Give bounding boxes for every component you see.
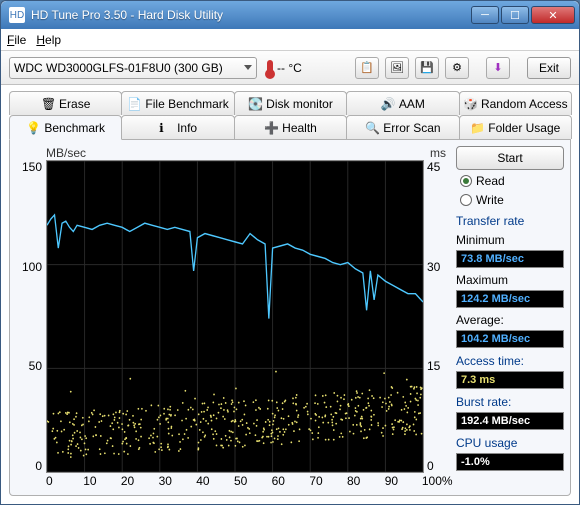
- drive-select[interactable]: WDC WD3000GLFS-01F8U0 (300 GB): [9, 57, 257, 79]
- error-scan-icon: 🔍: [365, 121, 379, 135]
- tab-label: Erase: [59, 97, 90, 111]
- maximum-label: Maximum: [456, 273, 564, 287]
- window-title: HD Tune Pro 3.50 - Hard Disk Utility: [31, 8, 471, 22]
- y-right-ticks: 4530150: [424, 160, 450, 489]
- menubar: File Help: [1, 29, 579, 51]
- tab-folder-usage[interactable]: 📁 Folder Usage: [459, 115, 572, 139]
- y-left-ticks: 150100500: [16, 160, 46, 489]
- app-icon: HD: [9, 7, 25, 23]
- copy-button[interactable]: 📋: [355, 57, 379, 79]
- maximum-value: 124.2 MB/sec: [456, 290, 564, 308]
- tabs-upper-row: 🗑 Erase 📄 File Benchmark 💽 Disk monitor 🔊 AAM 🎲 R…: [9, 91, 571, 115]
- tab-benchmark[interactable]: 💡 Benchmark: [9, 115, 122, 140]
- content-area: 🗑 Erase 📄 File Benchmark 💽 Disk monitor 🔊 AAM 🎲 R…: [1, 85, 579, 504]
- exit-button[interactable]: Exit: [527, 57, 571, 79]
- tab-aam[interactable]: 🔊 AAM: [346, 91, 459, 115]
- options-button[interactable]: ⚙: [445, 57, 469, 79]
- minimum-value: 73.8 MB/sec: [456, 250, 564, 268]
- radio-icon: [460, 175, 472, 187]
- tab-label: File Benchmark: [145, 97, 228, 111]
- chart-area: MB/sec ms 150100500 01020304050607080901…: [16, 146, 450, 489]
- start-button[interactable]: Start: [456, 146, 564, 170]
- cpu-usage-value: -1.0%: [456, 453, 564, 471]
- read-radio[interactable]: Read: [460, 173, 564, 189]
- radio-icon: [460, 194, 472, 206]
- write-radio[interactable]: Write: [460, 192, 564, 208]
- temperature-value: -- °C: [277, 61, 302, 75]
- save-button[interactable]: 💾: [415, 57, 439, 79]
- average-value: 104.2 MB/sec: [456, 330, 564, 348]
- x-axis-ticks: 0102030405060708090100%: [46, 473, 424, 489]
- file-benchmark-icon: 📄: [127, 97, 141, 111]
- menu-file[interactable]: File: [7, 33, 26, 47]
- tab-label: AAM: [399, 97, 425, 111]
- health-icon: ➕: [264, 121, 278, 135]
- thermometer-icon: [267, 60, 273, 76]
- app-window: HD HD Tune Pro 3.50 - Hard Disk Utility …: [0, 0, 580, 505]
- random-access-icon: 🎲: [463, 97, 477, 111]
- tab-label: Benchmark: [44, 121, 105, 135]
- minimum-label: Minimum: [456, 233, 564, 247]
- disk-monitor-icon: 💽: [248, 97, 262, 111]
- tab-random-access[interactable]: 🎲 Random Access: [459, 91, 572, 115]
- burst-rate-label: Burst rate:: [456, 395, 564, 409]
- screenshot-button[interactable]: 🖼: [385, 57, 409, 79]
- tab-label: Info: [177, 121, 197, 135]
- toolbar: WDC WD3000GLFS-01F8U0 (300 GB) -- °C 📋 🖼…: [1, 51, 579, 85]
- minimize-button[interactable]: ─: [471, 6, 499, 24]
- benchmark-plot: [46, 160, 424, 473]
- access-time-value: 7.3 ms: [456, 371, 564, 389]
- aam-icon: 🔊: [381, 97, 395, 111]
- temperature-display: -- °C: [267, 60, 302, 76]
- tab-label: Disk monitor: [266, 97, 333, 111]
- side-panel: Start Read Write Transfer rate Minimum 7…: [456, 146, 564, 489]
- folder-usage-icon: 📁: [470, 121, 484, 135]
- tabs-lower-row: 💡 Benchmark ℹ Info ➕ Health 🔍 Error Scan 📁 Folder…: [9, 115, 571, 139]
- titlebar[interactable]: HD HD Tune Pro 3.50 - Hard Disk Utility …: [1, 1, 579, 29]
- maximize-button[interactable]: ☐: [501, 6, 529, 24]
- window-buttons: ─ ☐ ✕: [471, 6, 575, 24]
- tab-file-benchmark[interactable]: 📄 File Benchmark: [121, 91, 234, 115]
- transfer-rate-label: Transfer rate: [456, 214, 564, 228]
- tab-erase[interactable]: 🗑 Erase: [9, 91, 122, 115]
- tab-body-benchmark: MB/sec ms 150100500 01020304050607080901…: [9, 139, 571, 496]
- tab-disk-monitor[interactable]: 💽 Disk monitor: [234, 91, 347, 115]
- cpu-usage-label: CPU usage: [456, 436, 564, 450]
- menu-help[interactable]: Help: [36, 33, 61, 47]
- tab-health[interactable]: ➕ Health: [234, 115, 347, 139]
- erase-icon: 🗑: [41, 97, 55, 111]
- tab-info[interactable]: ℹ Info: [121, 115, 234, 139]
- y-left-unit: MB/sec: [46, 146, 86, 160]
- tab-label: Error Scan: [383, 121, 440, 135]
- access-time-label: Access time:: [456, 354, 564, 368]
- tab-label: Folder Usage: [488, 121, 560, 135]
- tab-label: Health: [282, 121, 317, 135]
- benchmark-icon: 💡: [26, 121, 40, 135]
- y-right-unit: ms: [430, 146, 446, 160]
- average-label: Average:: [456, 313, 564, 327]
- close-button[interactable]: ✕: [531, 6, 575, 24]
- info-icon: ℹ: [159, 121, 173, 135]
- drive-select-label: WDC WD3000GLFS-01F8U0 (300 GB): [14, 61, 244, 75]
- chevron-down-icon: [244, 65, 252, 70]
- tab-label: Random Access: [481, 97, 568, 111]
- burst-rate-value: 192.4 MB/sec: [456, 412, 564, 430]
- refresh-button[interactable]: ⬇: [486, 57, 510, 79]
- tab-error-scan[interactable]: 🔍 Error Scan: [346, 115, 459, 139]
